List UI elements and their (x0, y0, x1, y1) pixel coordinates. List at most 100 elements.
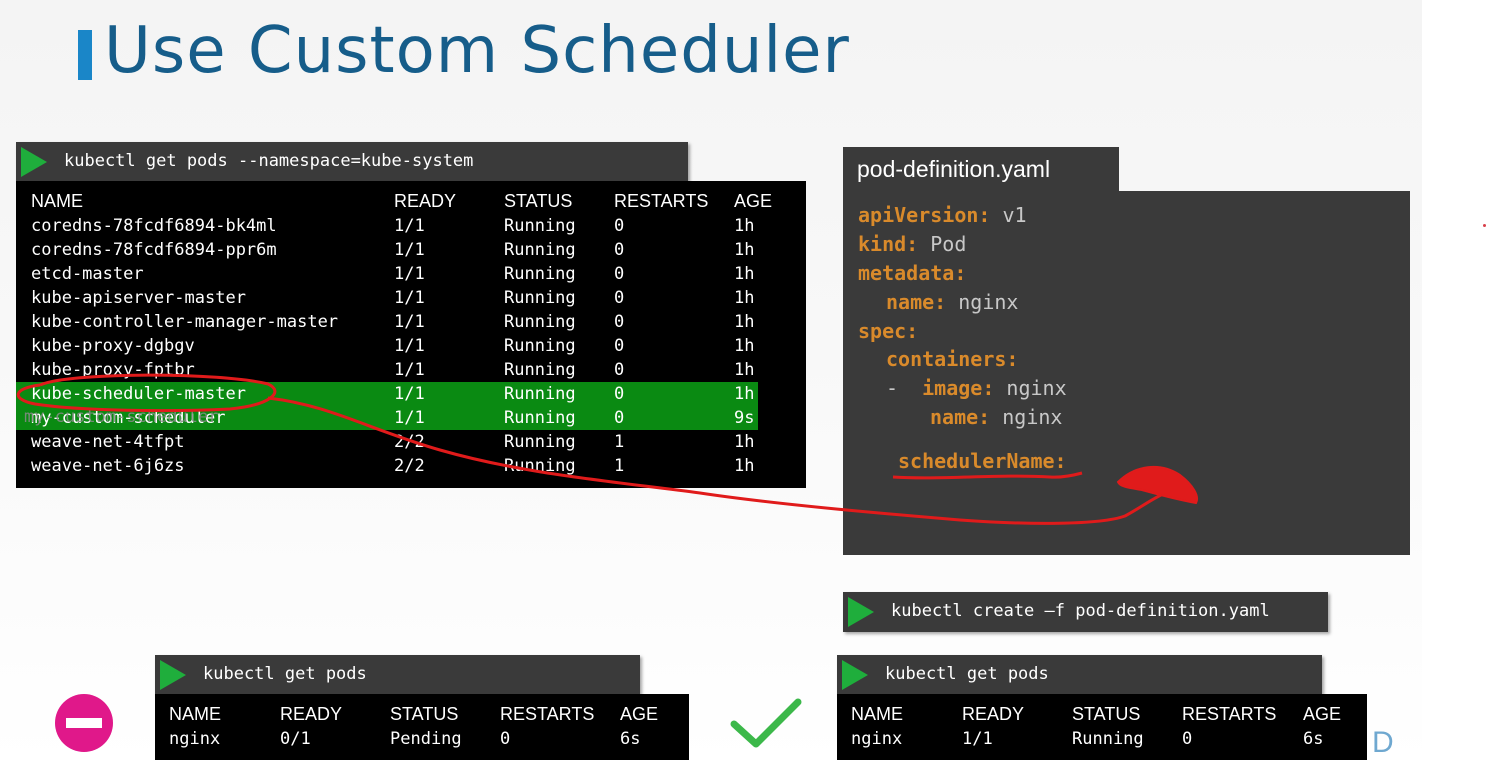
cell-age: 1h (734, 336, 755, 356)
checkmark-icon (730, 698, 802, 755)
cell-status: Running (1072, 729, 1144, 749)
table-row: nginx 1/1 Running 0 6s (837, 727, 1367, 751)
cell-status: Running (504, 432, 576, 452)
cell-status: Running (504, 360, 576, 380)
running-terminal-output: NAME READY STATUS RESTARTS AGE nginx 1/1… (837, 694, 1367, 760)
cell-restarts: 0 (614, 336, 625, 356)
cell-name: kube-proxy-fptbr (31, 360, 195, 380)
play-icon (21, 147, 47, 177)
cell-ready: 1/1 (394, 384, 425, 404)
cell-ready: 1/1 (394, 288, 425, 308)
yaml-line: containers: (886, 347, 1019, 371)
running-command-text: kubectl get pods (885, 664, 1049, 684)
cell-restarts: 0 (614, 360, 625, 380)
col-header-ready: READY (962, 704, 1025, 724)
cell-age: 1h (734, 312, 755, 332)
cell-ready: 1/1 (962, 729, 993, 749)
table-row: kube-controller-manager-master 1/1 Running… (16, 310, 806, 334)
col-header-restarts: RESTARTS (500, 704, 595, 724)
cell-name: kube-proxy-dgbgv (31, 336, 195, 356)
table-row: weave-net-4tfpt 2/2 Running 1 1h (16, 430, 806, 454)
title-accent-bar (78, 30, 92, 80)
cell-ready: 0/1 (280, 729, 311, 749)
cell-age: 1h (734, 360, 755, 380)
cell-status: Pending (390, 729, 462, 749)
cell-ready: 2/2 (394, 432, 425, 452)
col-header-restarts: RESTARTS (614, 191, 709, 211)
yaml-line: name: nginx (886, 290, 1019, 314)
col-header-age: AGE (1303, 704, 1342, 724)
col-header-status: STATUS (390, 704, 459, 724)
play-icon (848, 597, 874, 627)
yaml-filename: pod-definition.yaml (857, 156, 1051, 182)
cell-name: kube-scheduler-master (31, 384, 246, 404)
table-row: kube-proxy-fptbr 1/1 Running 0 1h (16, 358, 806, 382)
yaml-line: - image: nginx (886, 376, 1067, 400)
cell-age: 6s (620, 729, 641, 749)
cell-restarts: 0 (614, 312, 625, 332)
pending-command-bar: kubectl get pods (155, 655, 640, 695)
cell-ready: 1/1 (394, 240, 425, 260)
cell-age: 1h (734, 288, 755, 308)
cell-age: 1h (734, 432, 755, 452)
cell-status: Running (504, 216, 576, 236)
cell-restarts: 1 (614, 432, 625, 452)
cell-status: Running (504, 264, 576, 284)
table-row: kube-apiserver-master 1/1 Running 0 1h (16, 286, 806, 310)
yaml-code-box: apiVersion: v1 kind: Pod metadata: name:… (843, 191, 1410, 555)
col-header-status: STATUS (504, 191, 573, 211)
cell-age: 9s (734, 408, 755, 428)
cell-name: coredns-78fcdf6894-ppr6m (31, 240, 277, 260)
cell-status: Running (504, 384, 576, 404)
cell-restarts: 1 (614, 456, 625, 476)
running-command-bar: kubectl get pods (837, 655, 1322, 695)
col-header-name: NAME (851, 704, 904, 724)
cell-restarts: 0 (614, 264, 625, 284)
col-header-age: AGE (620, 704, 659, 724)
cell-ready: 1/1 (394, 360, 425, 380)
cell-age: 1h (734, 240, 755, 260)
col-header-restarts: RESTARTS (1182, 704, 1277, 724)
cell-name: nginx (169, 729, 221, 749)
yaml-filename-tab: pod-definition.yaml (843, 147, 1119, 191)
cell-restarts: 0 (614, 240, 625, 260)
cell-name: etcd-master (31, 264, 144, 284)
cell-ready: 1/1 (394, 264, 425, 284)
cell-ready: 1/1 (394, 336, 425, 356)
slide: Use Custom Scheduler kubectl get pods --… (0, 0, 1422, 766)
table-row: coredns-78fcdf6894-ppr6m 1/1 Running 0 1h (16, 238, 806, 262)
table-row: etcd-master 1/1 Running 0 1h (16, 262, 806, 286)
table-row: coredns-78fcdf6894-bk4ml 1/1 Running 0 1h (16, 214, 806, 238)
create-command-text: kubectl create –f pod-definition.yaml (891, 601, 1270, 621)
yaml-line: apiVersion: v1 (858, 203, 1027, 227)
table-row: weave-net-6j6zs 2/2 Running 1 1h (16, 454, 806, 478)
cell-restarts: 0 (614, 216, 625, 236)
cell-status: Running (504, 240, 576, 260)
cell-name: kube-apiserver-master (31, 288, 246, 308)
table-row: nginx 0/1 Pending 0 6s (155, 727, 689, 751)
yaml-line: kind: Pod (858, 232, 967, 256)
col-header-name: NAME (169, 704, 222, 724)
pending-terminal-output: NAME READY STATUS RESTARTS AGE nginx 0/1… (155, 694, 689, 760)
table-row: kube-scheduler-master 1/1 Running 0 1h (16, 382, 758, 406)
top-command-text: kubectl get pods --namespace=kube-system (64, 151, 474, 171)
stray-red-dot (1483, 224, 1486, 227)
cell-age: 1h (734, 264, 755, 284)
cell-ready: 1/1 (394, 216, 425, 236)
no-entry-icon (55, 694, 113, 752)
cell-name: coredns-78fcdf6894-bk4ml (31, 216, 277, 236)
cell-status: Running (504, 312, 576, 332)
table-header-row: NAME READY STATUS RESTARTS AGE (837, 703, 1367, 727)
col-header-status: STATUS (1072, 704, 1141, 724)
cell-status: Running (504, 336, 576, 356)
overlay-ghost-text: my-custom-scheduler (24, 407, 219, 427)
play-icon (160, 660, 186, 690)
cell-age: 1h (734, 216, 755, 236)
cell-name: weave-net-6j6zs (31, 456, 185, 476)
col-header-ready: READY (394, 191, 457, 211)
col-header-ready: READY (280, 704, 343, 724)
cell-name: weave-net-4tfpt (31, 432, 185, 452)
top-command-bar: kubectl get pods --namespace=kube-system (16, 142, 688, 182)
cell-restarts: 0 (614, 384, 625, 404)
cell-status: Running (504, 408, 576, 428)
